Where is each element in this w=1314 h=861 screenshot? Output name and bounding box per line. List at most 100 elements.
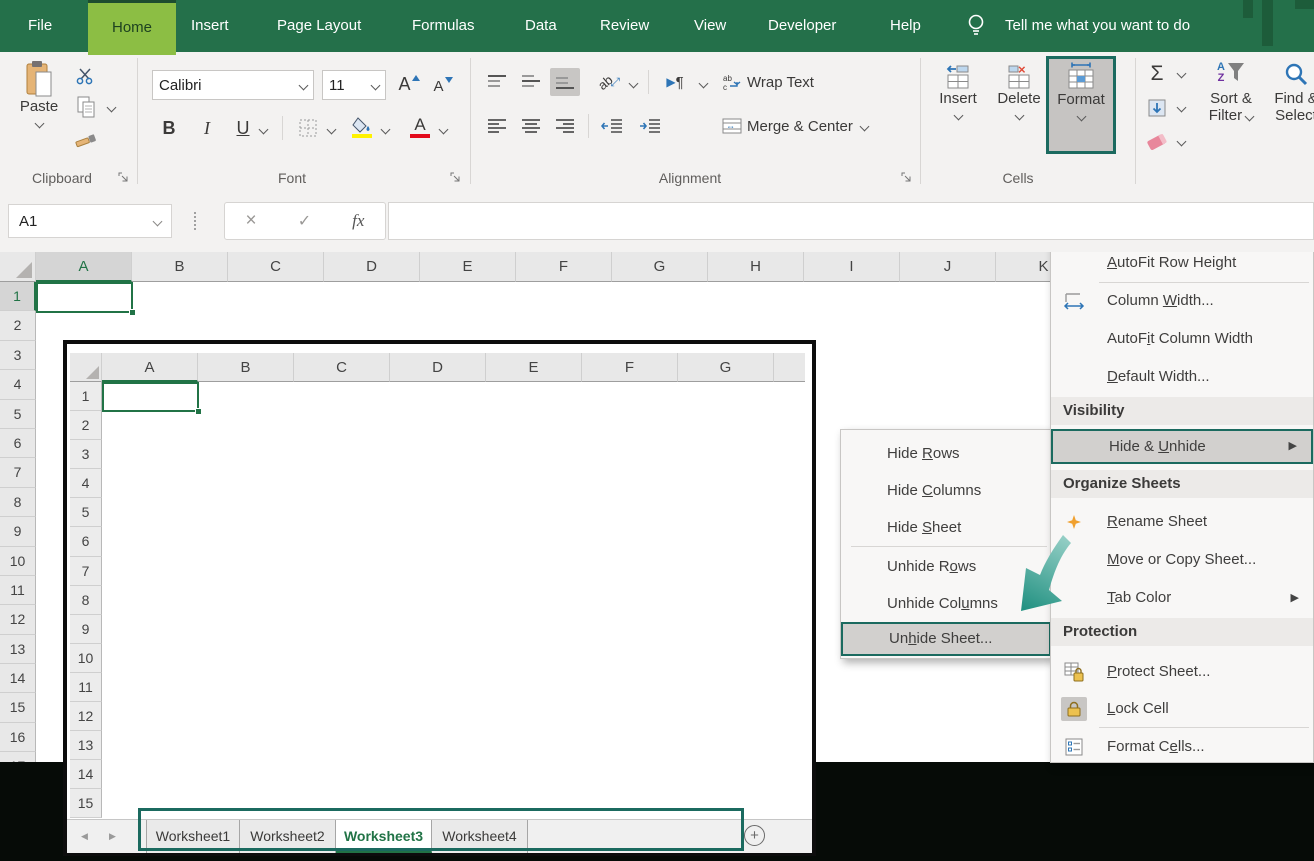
align-left-button[interactable] — [482, 112, 512, 140]
menu-item-default-width[interactable]: Default Width... — [1051, 361, 1313, 393]
tab-page-layout[interactable]: Page Layout — [277, 0, 361, 52]
copy-button[interactable] — [72, 94, 100, 120]
column-header-A[interactable]: A — [36, 252, 132, 282]
insert-function-icon[interactable]: fx — [352, 211, 364, 231]
row-header-14[interactable]: 14 — [0, 664, 36, 693]
row-header-15[interactable]: 15 — [0, 693, 36, 722]
formula-bar-drag-handle[interactable] — [194, 212, 196, 230]
insert-cells-button[interactable]: Insert — [932, 62, 984, 158]
font-size-dropdown-icon[interactable] — [371, 80, 381, 90]
font-color-dropdown-icon[interactable] — [439, 125, 449, 135]
tab-data[interactable]: Data — [525, 0, 557, 52]
menu-item-unhide-sheet-highlighted[interactable]: Unhide Sheet... — [841, 622, 1051, 656]
sort-filter-button[interactable]: AZ Sort & Filter — [1196, 62, 1266, 124]
row-header-10[interactable]: 10 — [0, 547, 36, 576]
name-box[interactable]: A1 — [8, 204, 172, 238]
bottom-align-button-selected[interactable] — [550, 68, 580, 96]
paste-button[interactable]: Paste — [10, 60, 68, 162]
fill-color-button[interactable] — [348, 112, 376, 142]
select-all-corner[interactable] — [0, 252, 36, 282]
enter-icon[interactable]: ✓ — [298, 211, 311, 231]
row-header-6[interactable]: 6 — [0, 429, 36, 458]
column-header-E[interactable]: E — [420, 252, 516, 282]
column-header-D[interactable]: D — [324, 252, 420, 282]
alignment-dialog-launcher-icon[interactable] — [901, 172, 913, 184]
row-header-5[interactable]: 5 — [0, 400, 36, 429]
column-header-C[interactable]: C — [228, 252, 324, 282]
decrease-indent-button[interactable] — [596, 112, 628, 140]
orientation-dropdown-icon[interactable] — [629, 79, 639, 89]
format-button-active[interactable]: Format — [1046, 56, 1116, 154]
clear-dropdown-icon[interactable] — [1177, 137, 1187, 147]
insert-dropdown-icon[interactable] — [953, 111, 963, 121]
selected-cell-A1[interactable] — [36, 282, 133, 313]
menu-item-column-width[interactable]: Column Width... — [1051, 285, 1313, 317]
font-name-combobox[interactable]: Calibri — [152, 70, 314, 100]
menu-item-hide-rows[interactable]: Hide Rows — [841, 438, 1051, 469]
name-box-dropdown-icon[interactable] — [153, 216, 163, 226]
underline-button[interactable]: U — [230, 114, 256, 142]
menu-item-hide-columns[interactable]: Hide Columns — [841, 475, 1051, 506]
tab-file[interactable]: File — [28, 0, 52, 52]
formula-input[interactable] — [388, 202, 1314, 240]
fill-dropdown-icon[interactable] — [1177, 103, 1187, 113]
row-header-8[interactable]: 8 — [0, 488, 36, 517]
delete-cells-button[interactable]: × Delete — [992, 62, 1046, 158]
wrap-text-button[interactable]: ab c Wrap Text — [722, 68, 814, 96]
row-header-3[interactable]: 3 — [0, 341, 36, 370]
increase-font-size-button[interactable]: A — [394, 70, 424, 98]
embedded-screenshot-image[interactable]: A B C D E F G 1 2 3 4 5 6 7 8 9 10 11 12… — [63, 340, 816, 856]
orientation-button[interactable]: ab ⤢ — [594, 68, 624, 96]
column-header-J[interactable]: J — [900, 252, 996, 282]
tellme-box[interactable]: Tell me what you want to do — [1005, 0, 1190, 52]
row-header-2[interactable]: 2 — [0, 311, 36, 340]
format-painter-button[interactable] — [72, 126, 100, 152]
fill-color-dropdown-icon[interactable] — [381, 125, 391, 135]
merge-center-button[interactable]: ↔ Merge & Center — [722, 112, 868, 140]
cancel-icon[interactable]: × — [246, 210, 257, 232]
row-header-16[interactable]: 16 — [0, 723, 36, 752]
menu-item-format-cells[interactable]: Format Cells... — [1051, 731, 1313, 763]
bold-button[interactable]: B — [156, 114, 182, 142]
menu-item-protect-sheet[interactable]: Protect Sheet... — [1051, 656, 1313, 688]
align-right-button[interactable] — [550, 112, 580, 140]
tab-help[interactable]: Help — [890, 0, 921, 52]
fill-button[interactable] — [1142, 94, 1172, 122]
increase-indent-button[interactable] — [634, 112, 666, 140]
column-header-G[interactable]: G — [612, 252, 708, 282]
middle-align-button[interactable] — [516, 68, 546, 96]
autosum-button[interactable]: Σ — [1142, 60, 1172, 88]
tab-view[interactable]: View — [694, 0, 726, 52]
autosum-dropdown-icon[interactable] — [1177, 69, 1187, 79]
row-header-7[interactable]: 7 — [0, 458, 36, 487]
clipboard-dialog-launcher-icon[interactable] — [118, 172, 130, 184]
menu-item-move-or-copy-sheet[interactable]: Move or Copy Sheet... — [1051, 544, 1313, 576]
menu-item-hide-unhide-highlighted[interactable]: Hide & Unhide ▶ — [1051, 429, 1313, 464]
column-header-F[interactable]: F — [516, 252, 612, 282]
font-color-button[interactable]: A — [406, 112, 434, 142]
align-center-button[interactable] — [516, 112, 546, 140]
top-align-button[interactable] — [482, 68, 512, 96]
tab-developer[interactable]: Developer — [768, 0, 836, 52]
format-dropdown-icon[interactable] — [1076, 112, 1086, 122]
row-header-9[interactable]: 9 — [0, 517, 36, 546]
row-header-12[interactable]: 12 — [0, 605, 36, 634]
find-select-button[interactable]: Find & Select — [1266, 62, 1314, 124]
borders-dropdown-icon[interactable] — [327, 125, 337, 135]
row-header-13[interactable]: 13 — [0, 635, 36, 664]
font-dialog-launcher-icon[interactable] — [450, 172, 462, 184]
row-header-4[interactable]: 4 — [0, 370, 36, 399]
italic-button[interactable]: I — [194, 114, 220, 142]
tab-formulas[interactable]: Formulas — [412, 0, 475, 52]
column-header-I[interactable]: I — [804, 252, 900, 282]
merge-center-dropdown-icon[interactable] — [859, 121, 869, 131]
tab-home[interactable]: Home — [88, 0, 176, 55]
borders-button[interactable] — [294, 114, 322, 142]
tab-insert[interactable]: Insert — [191, 0, 229, 52]
clear-button[interactable] — [1142, 128, 1172, 156]
menu-item-autofit-column-width[interactable]: AutoFit Column Width — [1051, 323, 1313, 355]
menu-item-tab-color[interactable]: Tab Color ▶ — [1051, 582, 1313, 614]
font-size-combobox[interactable]: 11 — [322, 70, 386, 100]
text-direction-dropdown-icon[interactable] — [699, 79, 709, 89]
copy-dropdown-icon[interactable] — [107, 103, 117, 113]
